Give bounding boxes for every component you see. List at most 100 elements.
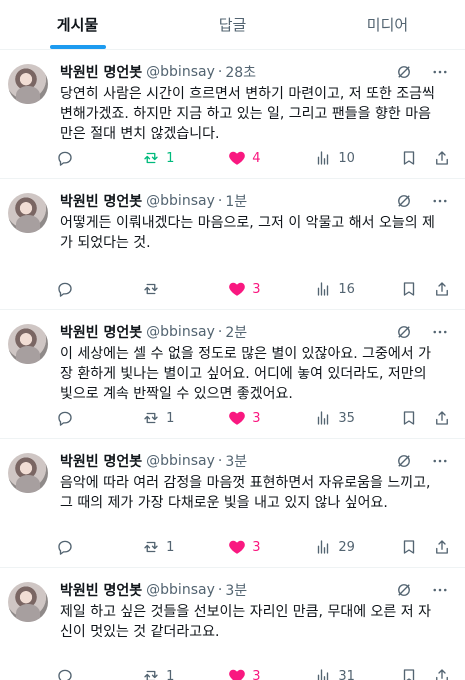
more-icon[interactable] bbox=[431, 192, 449, 210]
timestamp[interactable]: 28초 bbox=[225, 62, 256, 82]
like-button[interactable]: 4 bbox=[228, 149, 314, 167]
views-icon bbox=[318, 282, 329, 296]
repost-button[interactable]: 1 bbox=[142, 149, 228, 167]
like-icon bbox=[229, 282, 246, 296]
repost-count: 1 bbox=[166, 150, 175, 166]
share-button[interactable] bbox=[433, 538, 451, 556]
display-name[interactable]: 박원빈 명언봇 bbox=[60, 191, 142, 211]
grok-icon[interactable] bbox=[395, 192, 413, 210]
share-button[interactable] bbox=[433, 280, 451, 298]
share-button[interactable] bbox=[433, 409, 451, 427]
like-count: 3 bbox=[252, 539, 261, 555]
tweet[interactable]: 박원빈 명언봇 @bbinsay · 28초 당연히 사람은 시간이 흐르면서 … bbox=[0, 50, 465, 179]
tab-replies[interactable]: 답글 bbox=[155, 0, 310, 49]
more-icon[interactable] bbox=[431, 323, 449, 341]
tweet[interactable]: 박원빈 명언봇 @bbinsay · 2분 이 세상에는 셀 수 없을 정도로 … bbox=[0, 310, 465, 439]
like-icon bbox=[229, 540, 246, 554]
repost-button[interactable] bbox=[142, 280, 228, 298]
username[interactable]: @bbinsay bbox=[146, 582, 215, 598]
display-name[interactable]: 박원빈 명언봇 bbox=[60, 580, 142, 600]
tweet-header: 박원빈 명언봇 @bbinsay · 1분 bbox=[60, 191, 449, 211]
bookmark-icon bbox=[404, 669, 415, 680]
username[interactable]: @bbinsay bbox=[146, 193, 215, 209]
share-icon bbox=[436, 669, 448, 680]
like-button[interactable]: 3 bbox=[228, 538, 314, 556]
timestamp[interactable]: 2분 bbox=[225, 322, 247, 342]
grok-icon[interactable] bbox=[395, 452, 413, 470]
reply-button[interactable] bbox=[56, 280, 142, 298]
views-count: 10 bbox=[338, 150, 355, 166]
like-icon bbox=[229, 411, 246, 425]
avatar[interactable] bbox=[8, 64, 48, 104]
avatar[interactable] bbox=[8, 324, 48, 364]
timestamp[interactable]: 3분 bbox=[225, 451, 247, 471]
avatar-container bbox=[8, 580, 56, 680]
reply-button[interactable] bbox=[56, 667, 142, 680]
avatar[interactable] bbox=[8, 193, 48, 233]
avatar[interactable] bbox=[8, 582, 48, 622]
reply-button[interactable] bbox=[56, 149, 142, 167]
tab-media[interactable]: 미디어 bbox=[310, 0, 465, 49]
reply-button[interactable] bbox=[56, 538, 142, 556]
tweet-content: 박원빈 명언봇 @bbinsay · 3분 제일 하고 싶은 것들을 선보이는 … bbox=[56, 580, 449, 680]
like-icon bbox=[229, 669, 246, 680]
display-name[interactable]: 박원빈 명언봇 bbox=[60, 322, 142, 342]
tweet-header: 박원빈 명언봇 @bbinsay · 3분 bbox=[60, 580, 449, 600]
header-icons bbox=[395, 452, 449, 470]
timestamp[interactable]: 3분 bbox=[225, 580, 247, 600]
repost-button[interactable]: 1 bbox=[142, 538, 228, 556]
share-icon bbox=[436, 151, 448, 165]
bookmark-icon bbox=[404, 411, 415, 425]
grok-icon[interactable] bbox=[395, 581, 413, 599]
views-icon bbox=[318, 669, 329, 680]
reply-icon bbox=[58, 151, 72, 166]
repost-count: 1 bbox=[166, 539, 175, 555]
bookmark-button[interactable] bbox=[400, 280, 433, 298]
views-button[interactable]: 29 bbox=[314, 538, 400, 556]
username[interactable]: @bbinsay bbox=[146, 64, 215, 80]
share-button[interactable] bbox=[433, 667, 451, 680]
avatar-container bbox=[8, 62, 56, 178]
more-icon[interactable] bbox=[431, 63, 449, 81]
username[interactable]: @bbinsay bbox=[146, 453, 215, 469]
like-count: 3 bbox=[252, 668, 261, 680]
more-icon[interactable] bbox=[431, 581, 449, 599]
more-icon[interactable] bbox=[431, 452, 449, 470]
avatar[interactable] bbox=[8, 453, 48, 493]
like-count: 3 bbox=[252, 410, 261, 426]
views-button[interactable]: 16 bbox=[314, 280, 400, 298]
views-button[interactable]: 31 bbox=[314, 667, 400, 680]
bookmark-button[interactable] bbox=[400, 667, 433, 680]
tweet-header: 박원빈 명언봇 @bbinsay · 28초 bbox=[60, 62, 449, 82]
username[interactable]: @bbinsay bbox=[146, 324, 215, 340]
grok-icon[interactable] bbox=[395, 323, 413, 341]
like-button[interactable]: 3 bbox=[228, 409, 314, 427]
like-button[interactable]: 3 bbox=[228, 667, 314, 680]
views-button[interactable]: 10 bbox=[314, 149, 400, 167]
reply-icon bbox=[58, 540, 72, 555]
timestamp[interactable]: 1분 bbox=[225, 191, 247, 211]
bookmark-button[interactable] bbox=[400, 409, 433, 427]
bookmark-button[interactable] bbox=[400, 538, 433, 556]
tweet[interactable]: 박원빈 명언봇 @bbinsay · 3분 제일 하고 싶은 것들을 선보이는 … bbox=[0, 568, 465, 680]
share-button[interactable] bbox=[433, 149, 451, 167]
views-button[interactable]: 35 bbox=[314, 409, 400, 427]
tweet[interactable]: 박원빈 명언봇 @bbinsay · 1분 어떻게든 이뤄내겠다는 마음으로, … bbox=[0, 179, 465, 310]
repost-icon bbox=[144, 670, 158, 680]
tweet[interactable]: 박원빈 명언봇 @bbinsay · 3분 음악에 따라 여러 감정을 마음껏 … bbox=[0, 439, 465, 568]
reply-button[interactable] bbox=[56, 409, 142, 427]
share-icon bbox=[436, 540, 448, 554]
tab-posts[interactable]: 게시물 bbox=[0, 0, 155, 49]
display-name[interactable]: 박원빈 명언봇 bbox=[60, 62, 142, 82]
profile-tabs: 게시물 답글 미디어 bbox=[0, 0, 465, 50]
repost-button[interactable]: 1 bbox=[142, 667, 228, 680]
grok-icon[interactable] bbox=[395, 63, 413, 81]
tweet-header: 박원빈 명언봇 @bbinsay · 3분 bbox=[60, 451, 449, 471]
like-count: 3 bbox=[252, 281, 261, 297]
like-button[interactable]: 3 bbox=[228, 280, 314, 298]
avatar-container bbox=[8, 451, 56, 567]
bookmark-button[interactable] bbox=[400, 149, 433, 167]
repost-button[interactable]: 1 bbox=[142, 409, 228, 427]
display-name[interactable]: 박원빈 명언봇 bbox=[60, 451, 142, 471]
repost-count: 1 bbox=[166, 668, 175, 680]
